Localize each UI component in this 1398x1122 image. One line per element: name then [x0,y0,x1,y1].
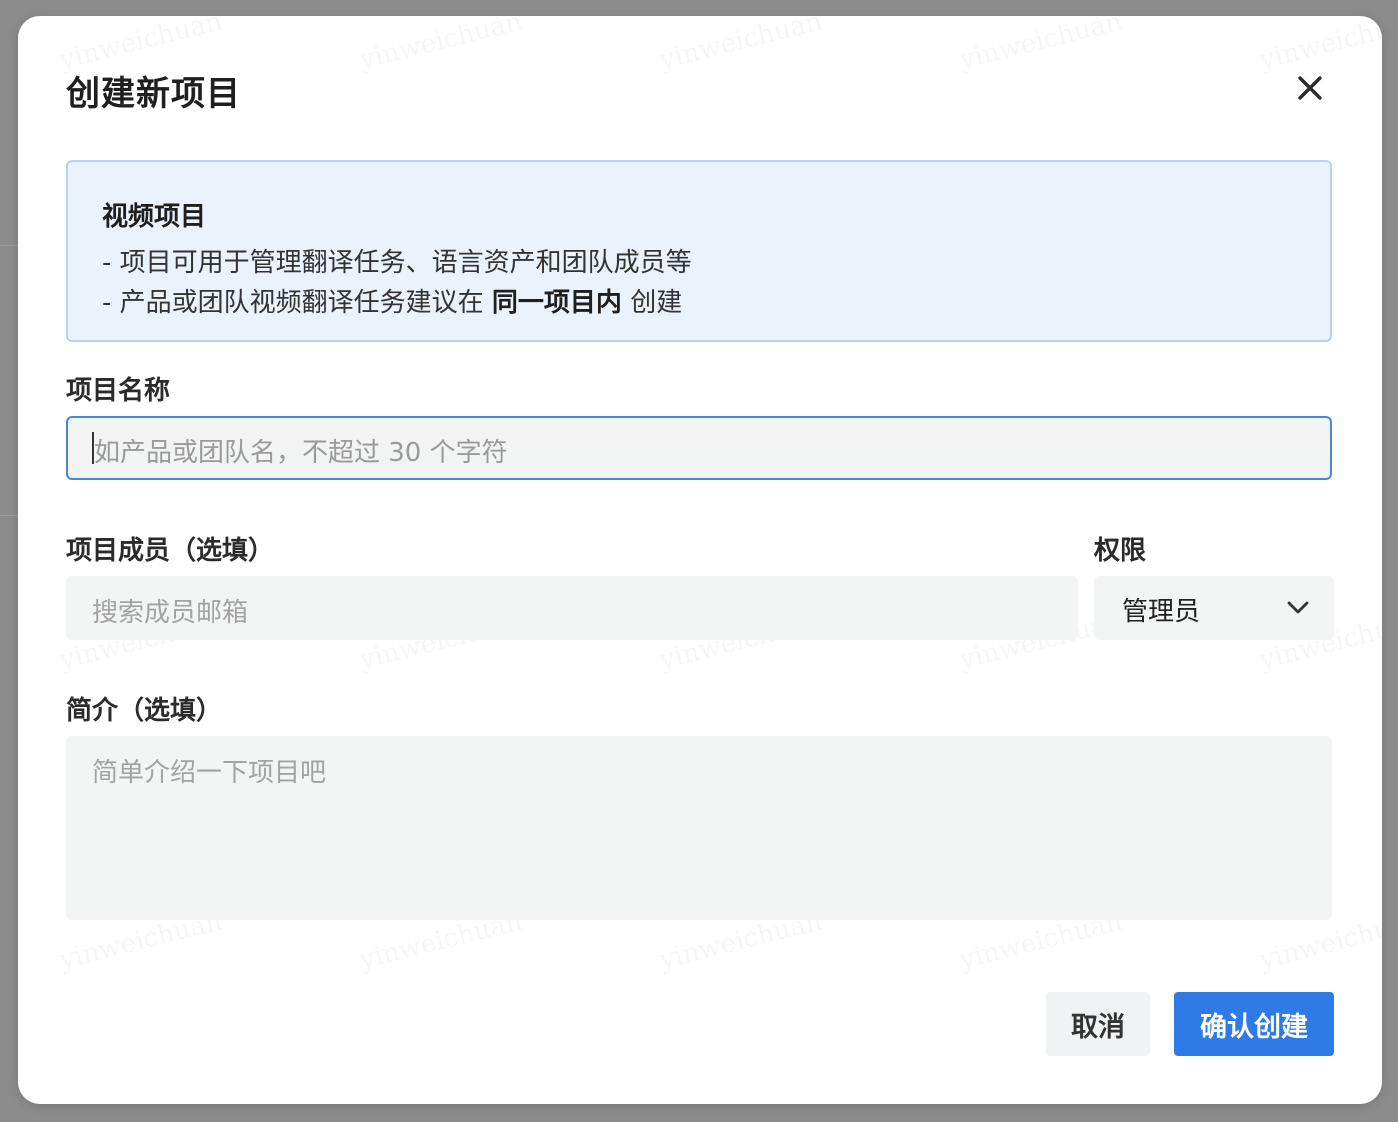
description-placeholder: 简单介绍一下项目吧 [92,758,327,788]
permission-label: 权限 [1094,536,1147,566]
cancel-button[interactable]: 取消 [1046,992,1150,1056]
create-project-dialog: yinweichuan yinweichuan yinweichuan yinw… [18,16,1382,1104]
permission-select[interactable]: 管理员 [1094,576,1334,640]
watermark: yinweichuan [1257,16,1382,76]
info-title: 视频项目 [102,202,207,232]
watermark: yinweichuan [357,16,525,76]
background-divider [0,515,20,516]
member-search-placeholder: 搜索成员邮箱 [92,598,249,628]
background-divider [0,245,20,246]
project-name-placeholder: 如产品或团队名，不超过 30 个字符 [94,438,508,468]
confirm-create-button[interactable]: 确认创建 [1174,992,1334,1056]
dialog-title: 创建新项目 [66,74,241,114]
project-name-label: 项目名称 [66,376,171,406]
watermark: yinweichuan [657,16,825,76]
close-icon [1298,76,1322,100]
chevron-down-icon [1287,601,1309,614]
close-button[interactable] [1292,70,1328,106]
project-members-label: 项目成员（选填） [66,536,275,566]
info-line-text: - 产品或团队视频翻译任务建议在 [102,288,492,318]
info-line-text: 创建 [621,288,683,318]
permission-value: 管理员 [1122,597,1201,627]
watermark: yinweichuan [957,16,1125,76]
description-label: 简介（选填） [66,696,223,726]
info-line-emphasis: 同一项目内 [491,288,622,318]
info-notice: 视频项目 - 项目可用于管理翻译任务、语言资产和团队成员等 - 产品或团队视频翻… [66,160,1332,342]
text-caret [92,432,94,464]
info-line: - 项目可用于管理翻译任务、语言资产和团队成员等 [102,248,692,278]
info-line: - 产品或团队视频翻译任务建议在 同一项目内 创建 [102,282,682,319]
